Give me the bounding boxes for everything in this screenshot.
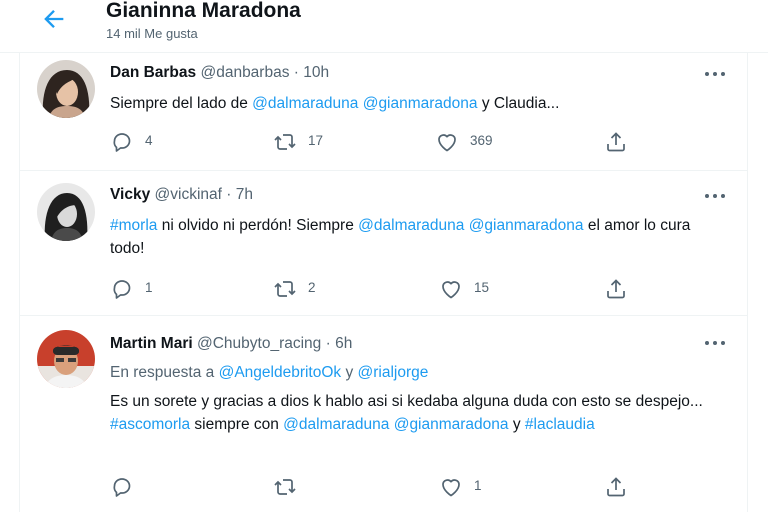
display-name[interactable]: Dan Barbas — [110, 64, 196, 81]
share-icon[interactable] — [604, 475, 628, 499]
retweet-button[interactable]: 2 — [273, 277, 343, 301]
handle-time[interactable]: @danbarbas · 10h — [200, 64, 329, 81]
tweet[interactable]: Dan Barbas @danbarbas · 10h Siempre del … — [20, 52, 747, 171]
tweet-header: Vicky @vickinaf · 7h — [110, 186, 253, 204]
retweet-count: 2 — [308, 280, 316, 295]
tweet[interactable]: Vicky @vickinaf · 7h #morla ni olvido ni… — [20, 171, 747, 316]
handle-time[interactable]: @vickinaf · 7h — [155, 186, 253, 203]
like-button[interactable]: 15 — [439, 277, 519, 301]
retweet-button[interactable] — [273, 475, 343, 499]
mention-link[interactable]: @gianmaradona — [363, 95, 478, 112]
back-arrow-icon[interactable] — [40, 5, 68, 33]
like-count: 15 — [474, 280, 490, 295]
avatar[interactable] — [37, 60, 95, 118]
right-border — [747, 52, 748, 512]
retweet-count: 17 — [308, 133, 324, 148]
display-name[interactable]: Vicky — [110, 186, 150, 203]
mention-link[interactable]: @AngeldebritoOk — [219, 364, 342, 381]
profile-name: Gianinna Maradona — [106, 0, 301, 22]
mention-link[interactable]: @dalmaraduna — [358, 217, 464, 234]
hashtag-link[interactable]: #morla — [110, 217, 157, 234]
like-count: 369 — [470, 133, 493, 148]
tweet-text: #morla ni olvido ni perdón! Siempre @dal… — [110, 217, 691, 257]
profile-header: Gianinna Maradona 14 mil Me gusta — [0, 0, 768, 53]
reply-count: 1 — [145, 280, 153, 295]
mention-link[interactable]: @rialjorge — [358, 364, 429, 381]
reply-button[interactable]: 4 — [110, 130, 170, 154]
reply-button[interactable] — [110, 475, 170, 499]
avatar[interactable] — [37, 330, 95, 388]
like-button[interactable]: 1 — [439, 475, 519, 499]
more-icon[interactable] — [701, 64, 729, 84]
likes-count: 14 mil Me gusta — [106, 26, 198, 41]
tweet-header: Dan Barbas @danbarbas · 10h — [110, 64, 329, 82]
handle-time[interactable]: @Chubyto_racing · 6h — [197, 335, 352, 352]
tweet[interactable]: Martin Mari @Chubyto_racing · 6h En resp… — [20, 316, 747, 512]
tweet-text: Es un sorete y gracias a dios k hablo as… — [110, 393, 703, 433]
share-icon[interactable] — [604, 130, 628, 154]
like-count: 1 — [474, 478, 482, 493]
tweet-header: Martin Mari @Chubyto_racing · 6h — [110, 335, 352, 353]
mention-link[interactable]: @gianmaradona — [469, 217, 584, 234]
reply-button[interactable]: 1 — [110, 277, 170, 301]
more-icon[interactable] — [701, 333, 729, 353]
like-button[interactable]: 369 — [435, 130, 515, 154]
mention-link[interactable]: @dalmaraduna — [252, 95, 358, 112]
display-name[interactable]: Martin Mari — [110, 335, 193, 352]
more-icon[interactable] — [701, 186, 729, 206]
hashtag-link[interactable]: #laclaudia — [525, 416, 595, 433]
hashtag-link[interactable]: #ascomorla — [110, 416, 190, 433]
reply-context: En respuesta a @AngeldebritoOk y @rialjo… — [110, 364, 429, 381]
avatar[interactable] — [37, 183, 95, 241]
mention-link[interactable]: @dalmaraduna — [283, 416, 389, 433]
tweet-text: Siempre del lado de @dalmaraduna @gianma… — [110, 95, 560, 112]
mention-link[interactable]: @gianmaradona — [394, 416, 509, 433]
retweet-button[interactable]: 17 — [273, 130, 343, 154]
reply-count: 4 — [145, 133, 153, 148]
share-icon[interactable] — [604, 277, 628, 301]
